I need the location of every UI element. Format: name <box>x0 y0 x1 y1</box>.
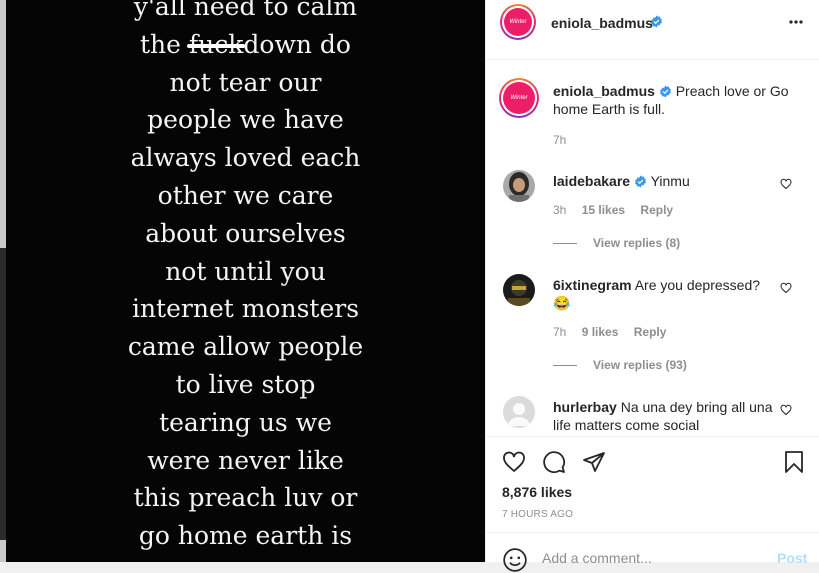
comment-username[interactable]: laidebakare <box>553 173 630 189</box>
verified-badge-icon <box>651 15 662 28</box>
comment-likes[interactable]: 9 likes <box>582 325 619 339</box>
story-line: came allow people <box>127 332 364 362</box>
header-divider <box>486 59 819 60</box>
commenter-avatar[interactable] <box>503 396 535 428</box>
comment-username[interactable]: 6ixtinegram <box>553 277 632 293</box>
caption-avatar-logo: Winter <box>503 82 535 114</box>
laughing-emoji: 😂 <box>553 295 571 311</box>
story-line: were never like <box>147 445 344 475</box>
post-comment-button[interactable]: Post <box>777 550 807 566</box>
post-panel: Winter eniola_badmus Winter eniola_badmu… <box>485 0 819 572</box>
story-line: not until you <box>165 256 326 286</box>
like-count[interactable]: 8,876 likes <box>502 484 572 500</box>
comment-text: Are you depressed? <box>634 277 761 293</box>
verified-badge-icon <box>635 175 646 188</box>
story-line: always loved each <box>130 143 361 173</box>
comment-body: laidebakare Yinmu <box>553 172 773 190</box>
comment-item: laidebakare Yinmu 3h 15 likes Reply View… <box>486 168 819 254</box>
caption: Winter eniola_badmus Preach love or Go h… <box>486 62 819 152</box>
commenter-avatar[interactable] <box>503 274 535 306</box>
post-timestamp[interactable]: 7 HOURS AGO <box>502 509 573 520</box>
post-header: Winter eniola_badmus <box>486 0 819 45</box>
post-image[interactable]: y'all need to calm the fuckdown do not t… <box>6 0 485 562</box>
comment-time[interactable]: 3h <box>553 203 566 217</box>
post-actions: 8,876 likes 7 HOURS AGO Add a comment...… <box>486 437 819 572</box>
censored-word: fuck <box>186 26 245 64</box>
bookmark-icon[interactable] <box>782 450 806 474</box>
view-replies-button[interactable]: View replies (93) <box>553 358 687 372</box>
story-line: y'all need to calm <box>133 0 358 21</box>
caption-body: eniola_badmus Preach love or Go home Ear… <box>553 82 803 118</box>
emoji-smiley-icon[interactable] <box>502 547 528 573</box>
story-line: the fuckdown do <box>6 26 485 64</box>
view-replies-line <box>553 365 577 367</box>
add-comment-bar: Add a comment... Post <box>486 532 819 572</box>
comment-text: Yinmu <box>650 173 690 189</box>
comment-time[interactable]: 7h <box>553 325 566 339</box>
verified-badge-icon <box>659 85 671 98</box>
view-replies-label: View replies (93) <box>593 358 687 372</box>
caption-username[interactable]: eniola_badmus <box>553 83 655 99</box>
story-text: y'all need to calm the fuckdown do not t… <box>6 0 485 562</box>
story-line-end: down do <box>243 29 351 59</box>
story-line: full <box>6 555 485 562</box>
story-line: to live stop <box>175 369 316 399</box>
comment-username[interactable]: hurlerbay <box>553 399 617 415</box>
story-line: this preach luv or <box>133 483 358 513</box>
story-line: people we have <box>147 105 344 135</box>
comment-body: 6ixtinegram Are you depressed? 😂 <box>553 276 773 312</box>
avatar[interactable]: Winter <box>500 4 536 40</box>
like-comment-icon[interactable] <box>780 404 792 416</box>
comment-input[interactable]: Add a comment... <box>542 550 652 566</box>
view-replies-line <box>553 243 577 245</box>
reply-button[interactable]: Reply <box>640 203 673 217</box>
reply-button[interactable]: Reply <box>634 325 667 339</box>
share-paper-plane-icon[interactable] <box>582 450 606 474</box>
comment-bubble-icon[interactable] <box>542 450 566 474</box>
story-line-start: the <box>140 29 189 59</box>
story-line: not tear our <box>169 67 322 97</box>
story-line: tearing us we <box>159 407 332 437</box>
comment-item: 6ixtinegram Are you depressed? 😂 7h 9 li… <box>486 272 819 372</box>
caption-avatar[interactable]: Winter <box>499 78 539 118</box>
commenter-avatar[interactable] <box>503 170 535 202</box>
story-line: about ourselves <box>145 218 346 248</box>
comment-likes[interactable]: 15 likes <box>582 203 625 217</box>
like-heart-icon[interactable] <box>502 450 526 474</box>
like-comment-icon[interactable] <box>780 282 792 294</box>
view-replies-label: View replies (8) <box>593 236 681 250</box>
caption-time[interactable]: 7h <box>553 133 566 147</box>
like-comment-icon[interactable] <box>780 178 792 190</box>
comment-body: hurlerbay Na una dey bring all una life … <box>553 398 773 434</box>
story-line: internet monsters <box>131 294 360 324</box>
story-line: go home earth is <box>138 521 353 551</box>
avatar-logo: Winter <box>504 8 532 36</box>
view-replies-button[interactable]: View replies (8) <box>553 236 680 250</box>
header-username[interactable]: eniola_badmus <box>551 15 653 31</box>
story-line: other we care <box>157 180 334 210</box>
comment-meta: 3h 15 likes Reply <box>553 203 673 217</box>
comment-meta: 7h 9 likes Reply <box>553 325 666 339</box>
comments-list[interactable]: Winter eniola_badmus Preach love or Go h… <box>486 62 819 436</box>
comment-item: hurlerbay Na una dey bring all una life … <box>486 394 819 436</box>
more-horizontal-icon[interactable] <box>788 14 804 30</box>
